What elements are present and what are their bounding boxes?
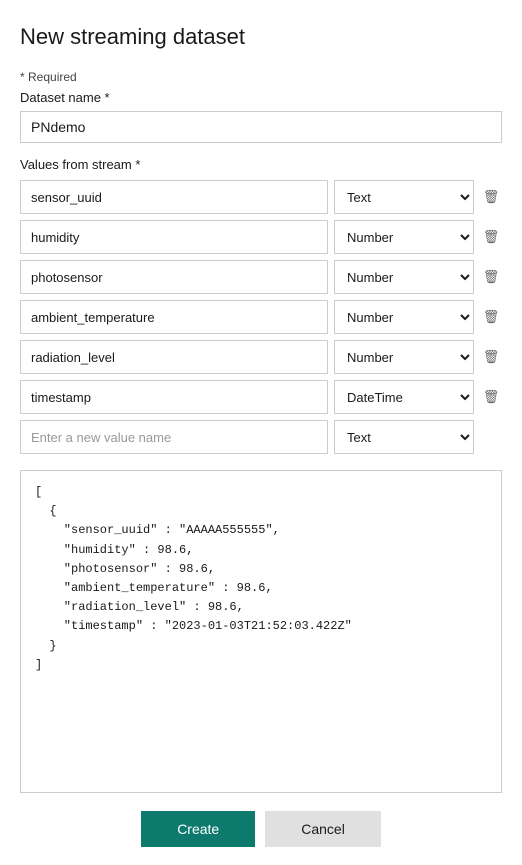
trash-icon: [483, 308, 500, 326]
trash-icon: [483, 348, 500, 366]
cancel-button[interactable]: Cancel: [265, 811, 381, 847]
page-title: New streaming dataset: [20, 24, 502, 50]
trash-icon: [483, 388, 500, 406]
values-from-stream-label: Values from stream *: [20, 157, 502, 172]
stream-name-input[interactable]: [20, 220, 328, 254]
type-select[interactable]: TextNumberDateTimeBoolean: [334, 260, 474, 294]
delete-row-button[interactable]: [480, 266, 502, 288]
type-select[interactable]: TextNumberDateTimeBoolean: [334, 300, 474, 334]
trash-icon: [483, 228, 500, 246]
delete-row-button[interactable]: [480, 306, 502, 328]
type-select[interactable]: TextNumberDateTimeBoolean: [334, 380, 474, 414]
stream-name-input[interactable]: [20, 340, 328, 374]
trash-icon: [483, 188, 500, 206]
trash-icon: [483, 268, 500, 286]
stream-row: TextNumberDateTimeBoolean: [20, 300, 502, 334]
create-button[interactable]: Create: [141, 811, 255, 847]
stream-name-input[interactable]: [20, 300, 328, 334]
stream-row: TextNumberDateTimeBoolean: [20, 180, 502, 214]
stream-name-input[interactable]: [20, 180, 328, 214]
json-preview: [ { "sensor_uuid" : "AAAAA555555", "humi…: [20, 470, 502, 793]
new-value-name-input[interactable]: [20, 420, 328, 454]
type-select[interactable]: TextNumberDateTimeBoolean: [334, 180, 474, 214]
delete-row-button[interactable]: [480, 186, 502, 208]
panel: New streaming dataset * Required Dataset…: [0, 0, 522, 865]
delete-row-button[interactable]: [480, 386, 502, 408]
type-select[interactable]: TextNumberDateTimeBoolean: [334, 220, 474, 254]
stream-row: TextNumberDateTimeBoolean: [20, 260, 502, 294]
delete-row-button[interactable]: [480, 226, 502, 248]
stream-rows-container: TextNumberDateTimeBoolean TextNumberDateT…: [20, 180, 502, 420]
new-value-row: Text Number DateTime Boolean: [20, 420, 502, 454]
stream-name-input[interactable]: [20, 260, 328, 294]
delete-row-button[interactable]: [480, 346, 502, 368]
type-select[interactable]: TextNumberDateTimeBoolean: [334, 340, 474, 374]
new-value-type-select[interactable]: Text Number DateTime Boolean: [334, 420, 474, 454]
stream-row: TextNumberDateTimeBoolean: [20, 220, 502, 254]
stream-name-input[interactable]: [20, 380, 328, 414]
stream-row: TextNumberDateTimeBoolean: [20, 340, 502, 374]
footer: Create Cancel: [20, 793, 502, 865]
dataset-name-input[interactable]: [20, 111, 502, 143]
stream-row: TextNumberDateTimeBoolean: [20, 380, 502, 414]
required-note: * Required: [20, 70, 502, 84]
dataset-name-label: Dataset name *: [20, 90, 502, 105]
